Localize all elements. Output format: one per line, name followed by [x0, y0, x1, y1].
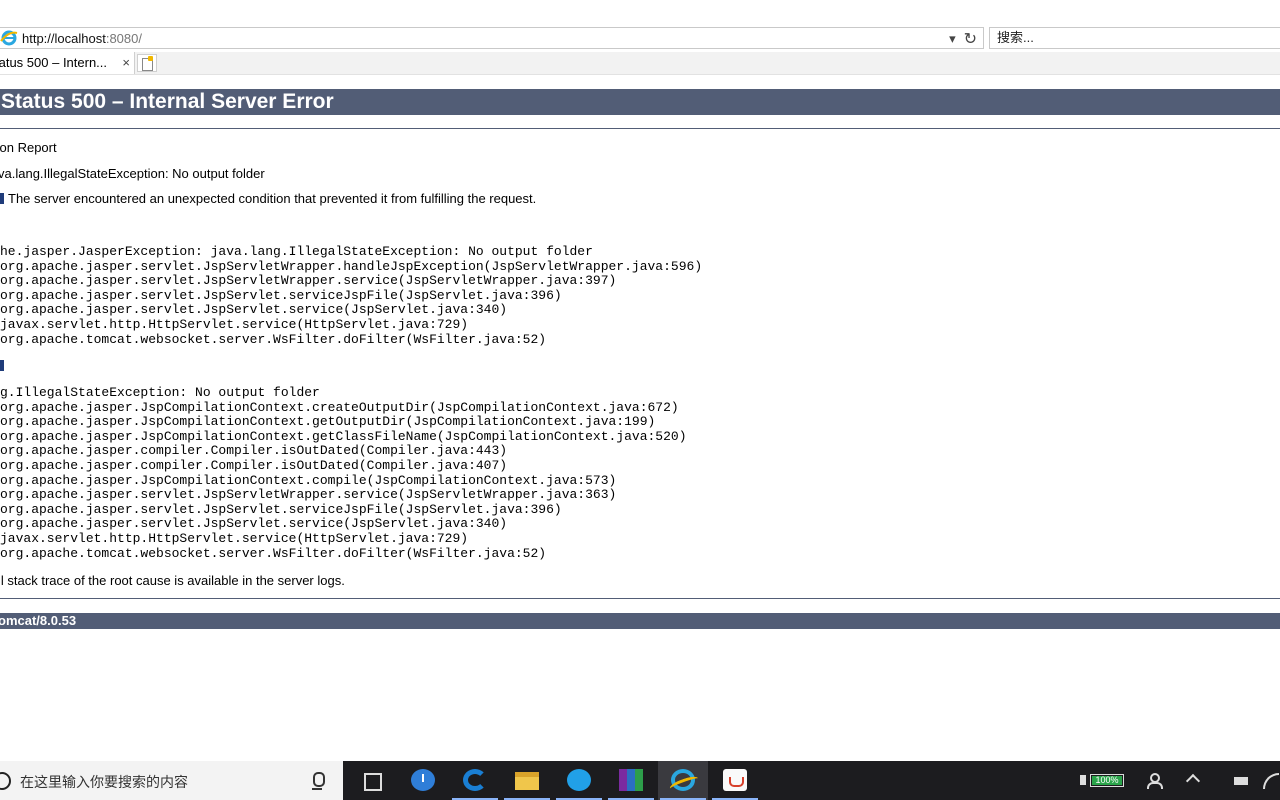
taskbar-app-winrar[interactable] — [606, 761, 656, 800]
people-icon[interactable] — [1147, 773, 1163, 789]
java-icon — [723, 769, 747, 791]
taskbar-app-edge[interactable] — [450, 761, 500, 800]
taskbar-search-box[interactable]: 在这里输入你要搜索的内容 — [0, 761, 343, 800]
edge-icon — [463, 769, 487, 791]
new-tab-button[interactable] — [137, 54, 157, 72]
tab-strip: tatus 500 – Intern... × — [0, 52, 1280, 75]
taskbar-app-clock[interactable] — [398, 761, 448, 800]
taskbar-app-file-explorer[interactable] — [502, 761, 552, 800]
clock-icon — [411, 769, 435, 791]
root-cause-stack-trace: g.IllegalStateException: No output folde… — [0, 385, 687, 561]
server-version: omcat/8.0.53 — [0, 613, 1280, 629]
url-text[interactable]: http://localhost:8080/ — [22, 31, 142, 46]
wifi-icon[interactable] — [1263, 773, 1279, 789]
taskbar: 在这里输入你要搜索的内容 100% — [0, 761, 1280, 800]
error-message: va.lang.IllegalStateException: No output… — [0, 166, 265, 181]
task-view-icon — [364, 773, 382, 791]
root-cause-heading-mark — [0, 360, 4, 371]
internet-explorer-icon — [671, 769, 695, 791]
refresh-icon[interactable]: ↻ — [964, 29, 977, 49]
taskbar-app-internet-explorer[interactable] — [658, 761, 708, 800]
exception-stack-trace: he.jasper.JasperException: java.lang.Ill… — [0, 244, 703, 347]
task-view-button[interactable] — [345, 761, 395, 800]
battery-level: 100% — [1095, 775, 1119, 785]
folder-icon — [515, 772, 539, 790]
keyboard-icon[interactable] — [1234, 777, 1248, 785]
url-dropdown-icon[interactable]: ▾ — [949, 31, 956, 47]
winrar-icon — [619, 769, 643, 791]
tab-title: tatus 500 – Intern... — [0, 55, 108, 70]
report-type: tion Report — [0, 140, 57, 155]
microphone-icon[interactable] — [312, 772, 325, 790]
taskbar-search-placeholder: 在这里输入你要搜索的内容 — [20, 774, 188, 790]
show-hidden-icons-chevron-icon[interactable] — [1185, 773, 1201, 789]
page-title: Status 500 – Internal Server Error — [0, 89, 1280, 115]
tab-close-icon[interactable]: × — [122, 52, 130, 74]
divider — [0, 128, 1280, 129]
power-plug-icon[interactable] — [1080, 775, 1086, 785]
divider — [0, 598, 1280, 599]
cortana-icon[interactable] — [0, 772, 11, 790]
taskbar-app-java[interactable] — [710, 761, 760, 800]
stack-trace-note: ll stack trace of the root cause is avai… — [0, 573, 345, 588]
ie-page-icon — [0, 29, 18, 47]
error-description: The server encountered an unexpected con… — [0, 191, 536, 206]
qq-browser-icon — [567, 769, 591, 791]
battery-indicator[interactable]: 100% — [1090, 774, 1124, 787]
window-top-strip — [0, 0, 1280, 27]
tab-active[interactable]: tatus 500 – Intern... × — [0, 52, 135, 74]
taskbar-app-qq-browser[interactable] — [554, 761, 604, 800]
browser-search-input[interactable]: 搜索... — [989, 27, 1280, 49]
address-bar[interactable]: http://localhost:8080/ ▾ ↻ — [0, 27, 984, 49]
